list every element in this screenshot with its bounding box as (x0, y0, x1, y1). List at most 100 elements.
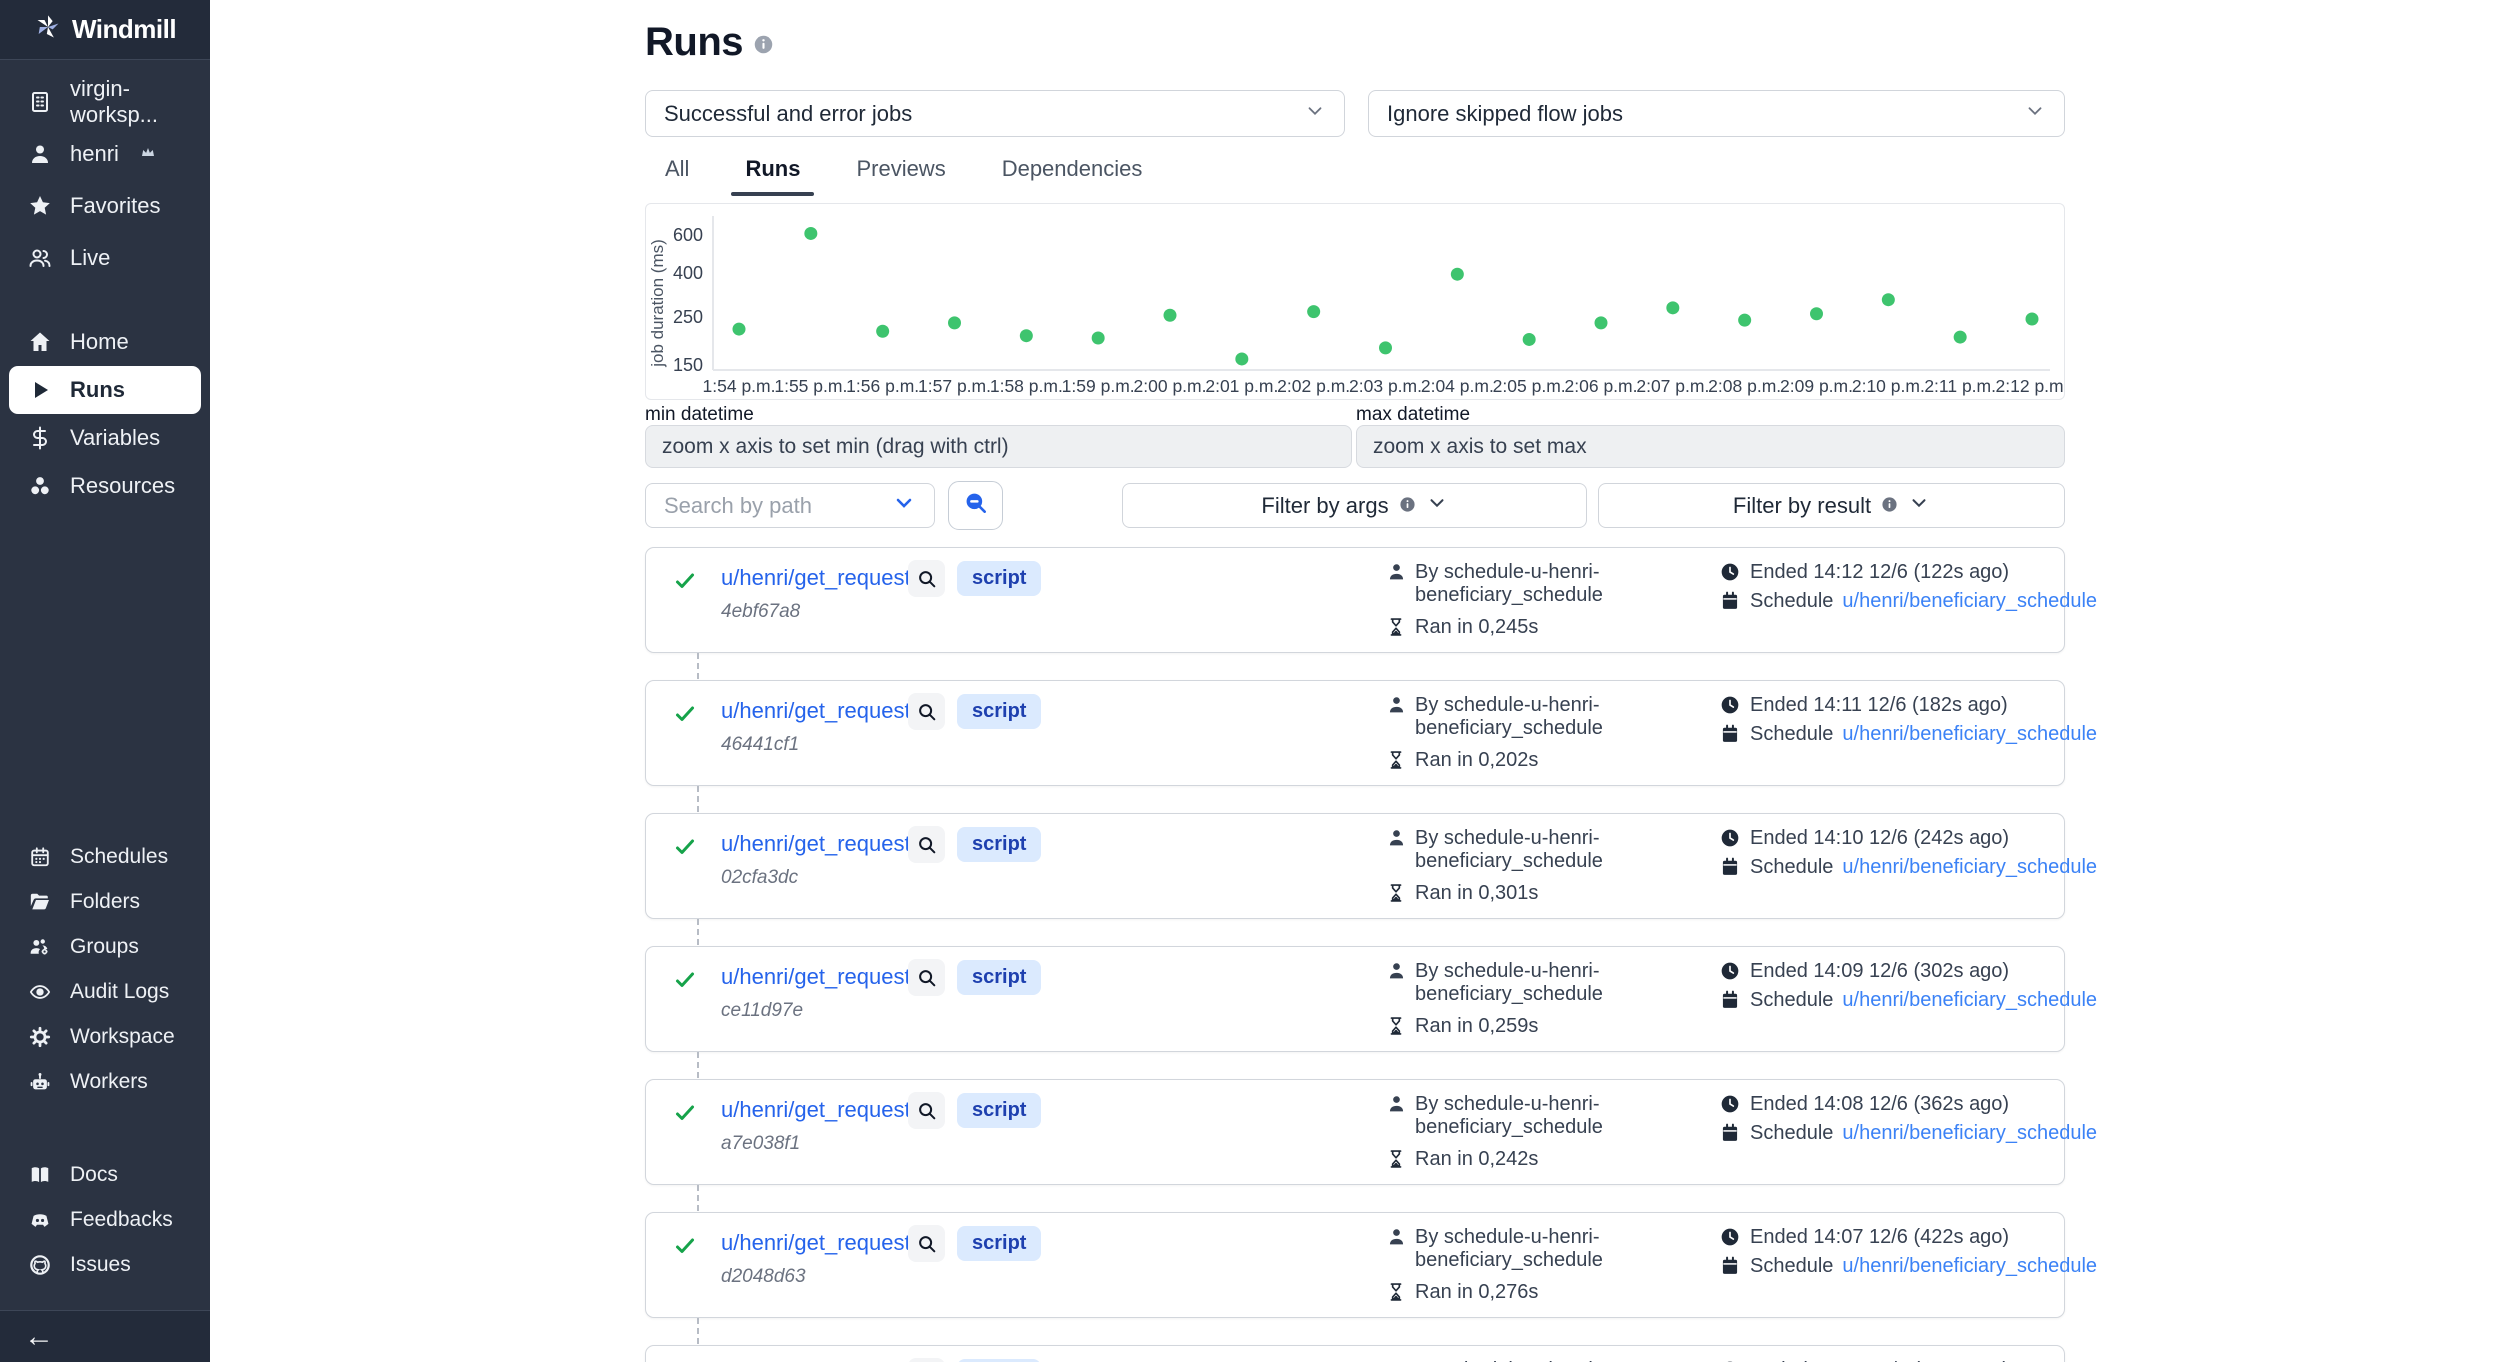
run-row[interactable]: u/henri/get_request script d2048d63 By s… (645, 1212, 2065, 1318)
run-path-link[interactable]: u/henri/get_request (721, 698, 911, 724)
inspect-run-button[interactable] (908, 1225, 945, 1262)
run-ended-at: Ended 14:12 12/6 (122s ago) (1750, 561, 2009, 584)
max-datetime-input[interactable] (1356, 425, 2065, 468)
job-kind-badge: script (957, 1093, 1041, 1128)
min-datetime-input[interactable] (645, 425, 1352, 468)
svg-text:2:05 p.m.: 2:05 p.m. (1493, 376, 1566, 396)
run-trigger-info: By schedule-u-henri- beneficiary_schedul… (1386, 1226, 1603, 1304)
schedule-label: Schedule (1750, 1122, 1833, 1145)
clock-icon (1720, 1227, 1741, 1248)
sidebar-item-groups[interactable]: Groups (0, 924, 210, 969)
run-trigger-info: By schedule-u-henri- beneficiary_schedul… (1386, 960, 1603, 1038)
sidebar-item-issues[interactable]: Issues (0, 1242, 210, 1287)
runs-chart[interactable]: job duration (ms)1502504006001:54 p.m.1:… (645, 203, 2065, 400)
sidebar-item-folders[interactable]: Folders (0, 879, 210, 924)
inspect-run-button[interactable] (908, 693, 945, 730)
run-row[interactable]: u/henri/get_request script ce11d97e By s… (645, 946, 2065, 1052)
run-row[interactable]: u/henri/get_request script 4ebf67a8 By s… (645, 547, 2065, 653)
schedule-path-link[interactable]: u/henri/beneficiary_schedule (1842, 723, 2097, 746)
svg-text:2:10 p.m.: 2:10 p.m. (1852, 376, 1925, 396)
run-path-link[interactable]: u/henri/get_request (721, 1230, 911, 1256)
run-row[interactable]: u/henri/get_request script 46441cf1 By s… (645, 680, 2065, 786)
sidebar-nav-group: Home Runs Variables Resources (0, 318, 210, 510)
run-trigger-info: By schedule-u-henri- beneficiary_schedul… (1386, 1093, 1603, 1171)
run-row[interactable]: u/henri/get_request script By schedule-u… (645, 1345, 2065, 1362)
run-path-link[interactable]: u/henri/get_request (721, 565, 911, 591)
sidebar-item-home[interactable]: Home (0, 318, 210, 366)
search-button[interactable] (948, 481, 1003, 530)
schedule-path-link[interactable]: u/henri/beneficiary_schedule (1842, 1255, 2097, 1278)
schedule-path-link[interactable]: u/henri/beneficiary_schedule (1842, 1122, 2097, 1145)
inspect-run-button[interactable] (908, 826, 945, 863)
run-row[interactable]: u/henri/get_request script a7e038f1 By s… (645, 1079, 2065, 1185)
users-icon (27, 245, 53, 271)
schedule-path-link[interactable]: u/henri/beneficiary_schedule (1842, 989, 2097, 1012)
chevron-down-icon (1426, 492, 1448, 520)
folders-label: Folders (70, 890, 140, 914)
calendar-filled-icon (1720, 1256, 1741, 1277)
run-schedule-info: Ended 14:10 12/6 (242s ago) Schedule u/h… (1720, 827, 2097, 885)
book-icon (27, 1162, 53, 1188)
svg-text:2:08 p.m.: 2:08 p.m. (1708, 376, 1781, 396)
github-icon (27, 1252, 53, 1278)
sidebar-item-audit-logs[interactable]: Audit Logs (0, 969, 210, 1014)
sidebar-item-live[interactable]: Live (0, 232, 210, 284)
calendar-filled-icon (1720, 724, 1741, 745)
run-by-line2: beneficiary_schedule (1415, 717, 1603, 740)
svg-text:600: 600 (673, 225, 703, 245)
sidebar-footer-group: Docs Feedbacks Issues (0, 1152, 210, 1287)
sidebar-item-schedules[interactable]: Schedules (0, 834, 210, 879)
collapse-sidebar-button[interactable]: ← (24, 1322, 54, 1352)
hourglass-icon (1386, 1016, 1407, 1037)
run-path-link[interactable]: u/henri/get_request (721, 1097, 911, 1123)
filter-by-args-label: Filter by args (1261, 493, 1388, 519)
run-path-link[interactable]: u/henri/get_request (721, 964, 911, 990)
run-id: ce11d97e (721, 1000, 803, 1022)
info-icon[interactable] (753, 34, 774, 60)
tab-previews[interactable]: Previews (850, 148, 951, 196)
svg-text:2:12 p.m.: 2:12 p.m. (1996, 376, 2064, 396)
skip-flow-jobs-select[interactable]: Ignore skipped flow jobs (1368, 90, 2065, 137)
tab-dependencies[interactable]: Dependencies (996, 148, 1149, 196)
eye-icon (27, 979, 53, 1005)
inspect-run-button[interactable] (908, 1092, 945, 1129)
job-status-select[interactable]: Successful and error jobs (645, 90, 1345, 137)
inspect-run-button[interactable] (908, 560, 945, 597)
sidebar-item-workspace[interactable]: virgin-worksp... (0, 76, 210, 128)
inspect-run-button[interactable] (908, 1358, 945, 1362)
success-check-icon (673, 702, 697, 731)
svg-text:2:01 p.m.: 2:01 p.m. (1205, 376, 1278, 396)
search-by-path-select[interactable]: Search by path (645, 483, 935, 528)
app-name: Windmill (72, 14, 176, 45)
job-kind-badge: script (957, 960, 1041, 995)
app-logo[interactable]: Windmill (0, 0, 210, 60)
filter-by-args-button[interactable]: Filter by args (1122, 483, 1587, 528)
sidebar-item-user[interactable]: henri (0, 128, 210, 180)
tab-runs[interactable]: Runs (739, 148, 806, 196)
filter-by-result-button[interactable]: Filter by result (1598, 483, 2065, 528)
sidebar-item-favorites[interactable]: Favorites (0, 180, 210, 232)
schedule-path-link[interactable]: u/henri/beneficiary_schedule (1842, 856, 2097, 879)
min-datetime-label: min datetime (645, 404, 754, 426)
sidebar-item-feedbacks[interactable]: Feedbacks (0, 1197, 210, 1242)
run-row[interactable]: u/henri/get_request script 02cfa3dc By s… (645, 813, 2065, 919)
run-by-line2: beneficiary_schedule (1415, 1116, 1603, 1139)
sidebar-item-resources[interactable]: Resources (0, 462, 210, 510)
person-icon (1386, 960, 1407, 981)
issues-label: Issues (70, 1253, 131, 1277)
schedule-path-link[interactable]: u/henri/beneficiary_schedule (1842, 590, 2097, 613)
run-trigger-info: By schedule-u-henri- beneficiary_schedul… (1386, 694, 1603, 772)
svg-text:job duration (ms): job duration (ms) (648, 239, 667, 368)
sidebar-item-variables[interactable]: Variables (0, 414, 210, 462)
svg-text:2:04 p.m.: 2:04 p.m. (1421, 376, 1494, 396)
tab-all[interactable]: All (659, 148, 695, 196)
sidebar-item-workers[interactable]: Workers (0, 1059, 210, 1104)
sidebar-item-workspace-settings[interactable]: Workspace (0, 1014, 210, 1059)
sidebar-item-runs[interactable]: Runs (9, 366, 201, 414)
inspect-run-button[interactable] (908, 959, 945, 996)
sidebar-item-docs[interactable]: Docs (0, 1152, 210, 1197)
run-kind-tabs: All Runs Previews Dependencies (659, 148, 1148, 196)
run-path-link[interactable]: u/henri/get_request (721, 831, 911, 857)
run-schedule-info: Ended 14:11 12/6 (182s ago) Schedule u/h… (1720, 694, 2097, 752)
group-gear-icon (27, 934, 53, 960)
